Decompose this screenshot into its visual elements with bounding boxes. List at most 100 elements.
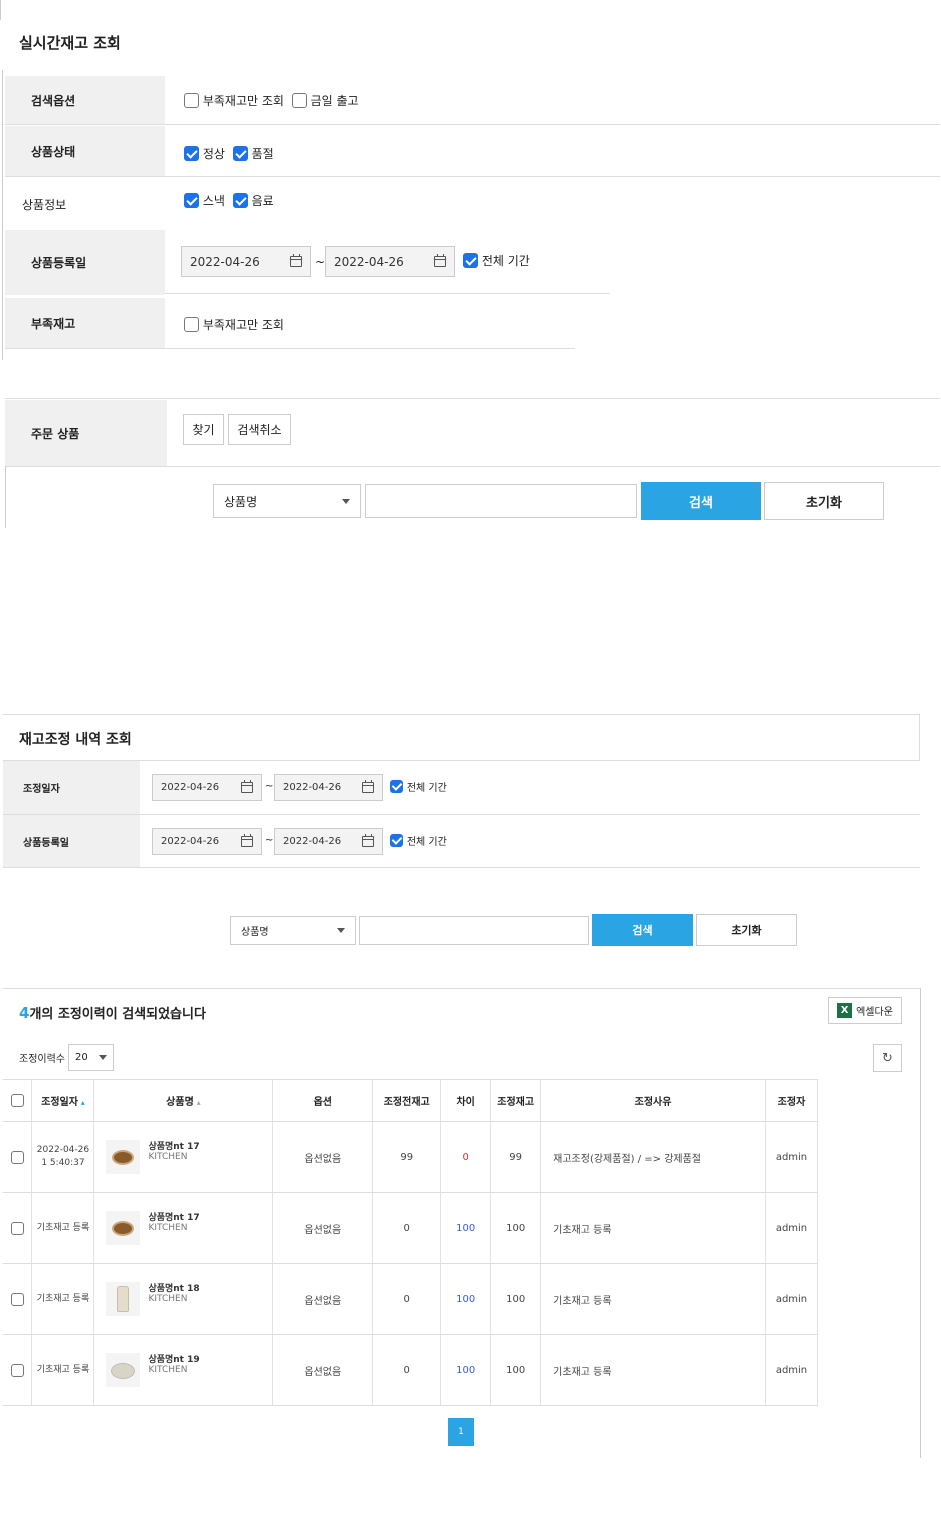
sort-asc-icon[interactable]: ▴: [78, 1098, 85, 1107]
plate-thumbnail-icon: [111, 1363, 136, 1379]
page-1-button[interactable]: 1: [448, 1418, 474, 1446]
status-normal-checkbox[interactable]: [184, 146, 199, 161]
search-cancel-button[interactable]: 검색취소: [228, 414, 291, 445]
product-name[interactable]: 상품명nt 19: [148, 1352, 199, 1365]
search-option-label: 검색옵션: [5, 76, 165, 124]
regdate-to-input[interactable]: 2022-04-26: [325, 246, 455, 277]
adjust-title: 재고조정 내역 조회: [19, 732, 132, 748]
sort-icon[interactable]: ▴: [194, 1098, 201, 1107]
calendar-icon[interactable]: [241, 780, 253, 793]
row-user: admin: [765, 1334, 819, 1406]
adj-regdate-to-input[interactable]: 2022-04-26: [274, 828, 383, 855]
row-reason: 재고조정(강제품절) / => 강제품절: [540, 1121, 766, 1193]
bottle-thumbnail-icon: [117, 1286, 130, 1312]
table-row[interactable]: 2022-04-26 1 5:40:37 상품명nt 17 KITCHEN 옵션없음 9…: [3, 1121, 819, 1193]
col-name[interactable]: 상품명 ▴: [93, 1079, 274, 1122]
adjust-history-table: 조정일자 ▴ 상품명 ▴ 옵션 조정전재고 차이 조정재고 조정사유 조정자 2…: [3, 1079, 819, 1406]
row-checkbox[interactable]: [10, 1221, 24, 1235]
row-after: 99: [490, 1121, 542, 1193]
calendar-icon[interactable]: [362, 834, 374, 847]
search-input[interactable]: [365, 484, 637, 518]
row-reason: 기초재고 등록: [540, 1192, 766, 1264]
info-drink-label: 음료: [251, 194, 274, 208]
regdate-from-value: 2022-04-26: [190, 254, 260, 269]
row-checkbox[interactable]: [10, 1363, 24, 1377]
adj-search-button[interactable]: 검색: [592, 914, 693, 946]
reset-button[interactable]: 초기화: [764, 482, 884, 520]
info-label: 상품정보: [22, 198, 67, 212]
info-drink-checkbox[interactable]: [232, 193, 248, 208]
excel-download-label: 엑셀다운: [856, 1007, 893, 1018]
row-after: 100: [490, 1192, 542, 1264]
status-soldout-checkbox[interactable]: [232, 146, 248, 161]
product-name[interactable]: 상품명nt 17: [148, 1139, 199, 1152]
row-option: 옵션없음: [272, 1334, 374, 1406]
table-row[interactable]: 기초재고 등록 상품명nt 17 KITCHEN 옵션없음 0 100 100 기초재고 등록…: [3, 1192, 819, 1264]
row-before: 0: [372, 1263, 442, 1335]
chevron-down-icon: [342, 498, 350, 504]
shortage-checkbox-label: 부족재고만 조회: [202, 318, 284, 332]
adj-reset-button[interactable]: 초기화: [696, 914, 797, 946]
col-before: 조정전재고: [372, 1079, 442, 1122]
row-diff: 100: [440, 1192, 492, 1264]
find-button[interactable]: 찾기: [183, 414, 224, 445]
shortage-only-checkbox[interactable]: [184, 93, 199, 108]
search-button[interactable]: 검색: [641, 482, 761, 520]
adj-search-field-select[interactable]: 상품명: [230, 916, 356, 945]
today-out-checkbox[interactable]: [291, 93, 307, 108]
row-product: 상품명nt 17 KITCHEN: [93, 1192, 274, 1264]
row-product: 상품명nt 18 KITCHEN: [93, 1263, 274, 1335]
product-name[interactable]: 상품명nt 18: [148, 1281, 199, 1294]
col-reason: 조정사유: [540, 1079, 766, 1122]
row-after: 100: [490, 1334, 542, 1406]
status-label: 상품상태: [5, 126, 165, 176]
shortage-checkbox[interactable]: [184, 317, 199, 332]
row-option: 옵션없음: [272, 1263, 374, 1335]
row-reason: 기초재고 등록: [540, 1334, 766, 1406]
col-date[interactable]: 조정일자 ▴: [31, 1079, 95, 1122]
regdate-to-value: 2022-04-26: [334, 254, 404, 269]
shortage-only-label: 부족재고만 조회: [202, 94, 284, 108]
result-count-text: 개의 조정이력이 검색되었습니다: [29, 1007, 206, 1022]
calendar-icon[interactable]: [434, 254, 446, 267]
product-name[interactable]: 상품명nt 17: [148, 1210, 199, 1223]
per-page-select[interactable]: 20: [68, 1044, 114, 1071]
col-after: 조정재고: [490, 1079, 542, 1122]
info-snack-checkbox[interactable]: [184, 193, 199, 208]
table-row[interactable]: 기초재고 등록 상품명nt 18 KITCHEN 옵션없음 0 100 100 기초재고 등록…: [3, 1263, 819, 1335]
search-field-select[interactable]: 상품명: [213, 484, 361, 518]
col-diff: 차이: [440, 1079, 492, 1122]
product-thumbnail: [106, 1282, 141, 1316]
calendar-icon[interactable]: [290, 254, 302, 267]
select-all-checkbox[interactable]: [10, 1094, 24, 1107]
product-thumbnail: [106, 1353, 141, 1387]
adjdate-from-input[interactable]: 2022-04-26: [152, 774, 262, 801]
adj-regdate-all-checkbox[interactable]: [390, 834, 403, 847]
table-header-row: 조정일자 ▴ 상품명 ▴ 옵션 조정전재고 차이 조정재고 조정사유 조정자: [3, 1079, 819, 1122]
product-brand: KITCHEN: [148, 1151, 188, 1162]
adj-regdate-from-input[interactable]: 2022-04-26: [152, 828, 262, 855]
row-checkbox[interactable]: [10, 1292, 24, 1306]
calendar-icon[interactable]: [241, 834, 253, 847]
adj-regdate-all-group: 전체 기간: [390, 833, 447, 848]
calendar-icon[interactable]: [362, 780, 374, 793]
row-option: 옵션없음: [272, 1192, 374, 1264]
product-brand: KITCHEN: [148, 1222, 188, 1233]
regdate-from-input[interactable]: 2022-04-26: [181, 246, 311, 277]
adjdate-tilde: ~: [265, 781, 274, 792]
excel-download-button[interactable]: X 엑셀다운: [828, 997, 902, 1024]
status-soldout-label: 품절: [251, 147, 274, 161]
refresh-button[interactable]: ↻: [873, 1044, 902, 1072]
adjdate-to-input[interactable]: 2022-04-26: [274, 774, 383, 801]
regdate-all-checkbox[interactable]: [463, 253, 478, 268]
info-snack-label: 스낵: [202, 194, 225, 208]
adjdate-all-checkbox[interactable]: [390, 780, 403, 793]
row-checkbox[interactable]: [10, 1150, 24, 1164]
table-row[interactable]: 기초재고 등록 상품명nt 19 KITCHEN 옵션없음 0 100 100 기초재고 등록…: [3, 1334, 819, 1406]
regdate-all-group: 전체 기간: [463, 252, 530, 269]
adj-search-input[interactable]: [359, 916, 589, 945]
row-reason: 기초재고 등록: [540, 1263, 766, 1335]
chevron-down-icon: [99, 1055, 107, 1060]
row-diff: 0: [440, 1121, 492, 1193]
chevron-down-icon: [337, 928, 345, 933]
